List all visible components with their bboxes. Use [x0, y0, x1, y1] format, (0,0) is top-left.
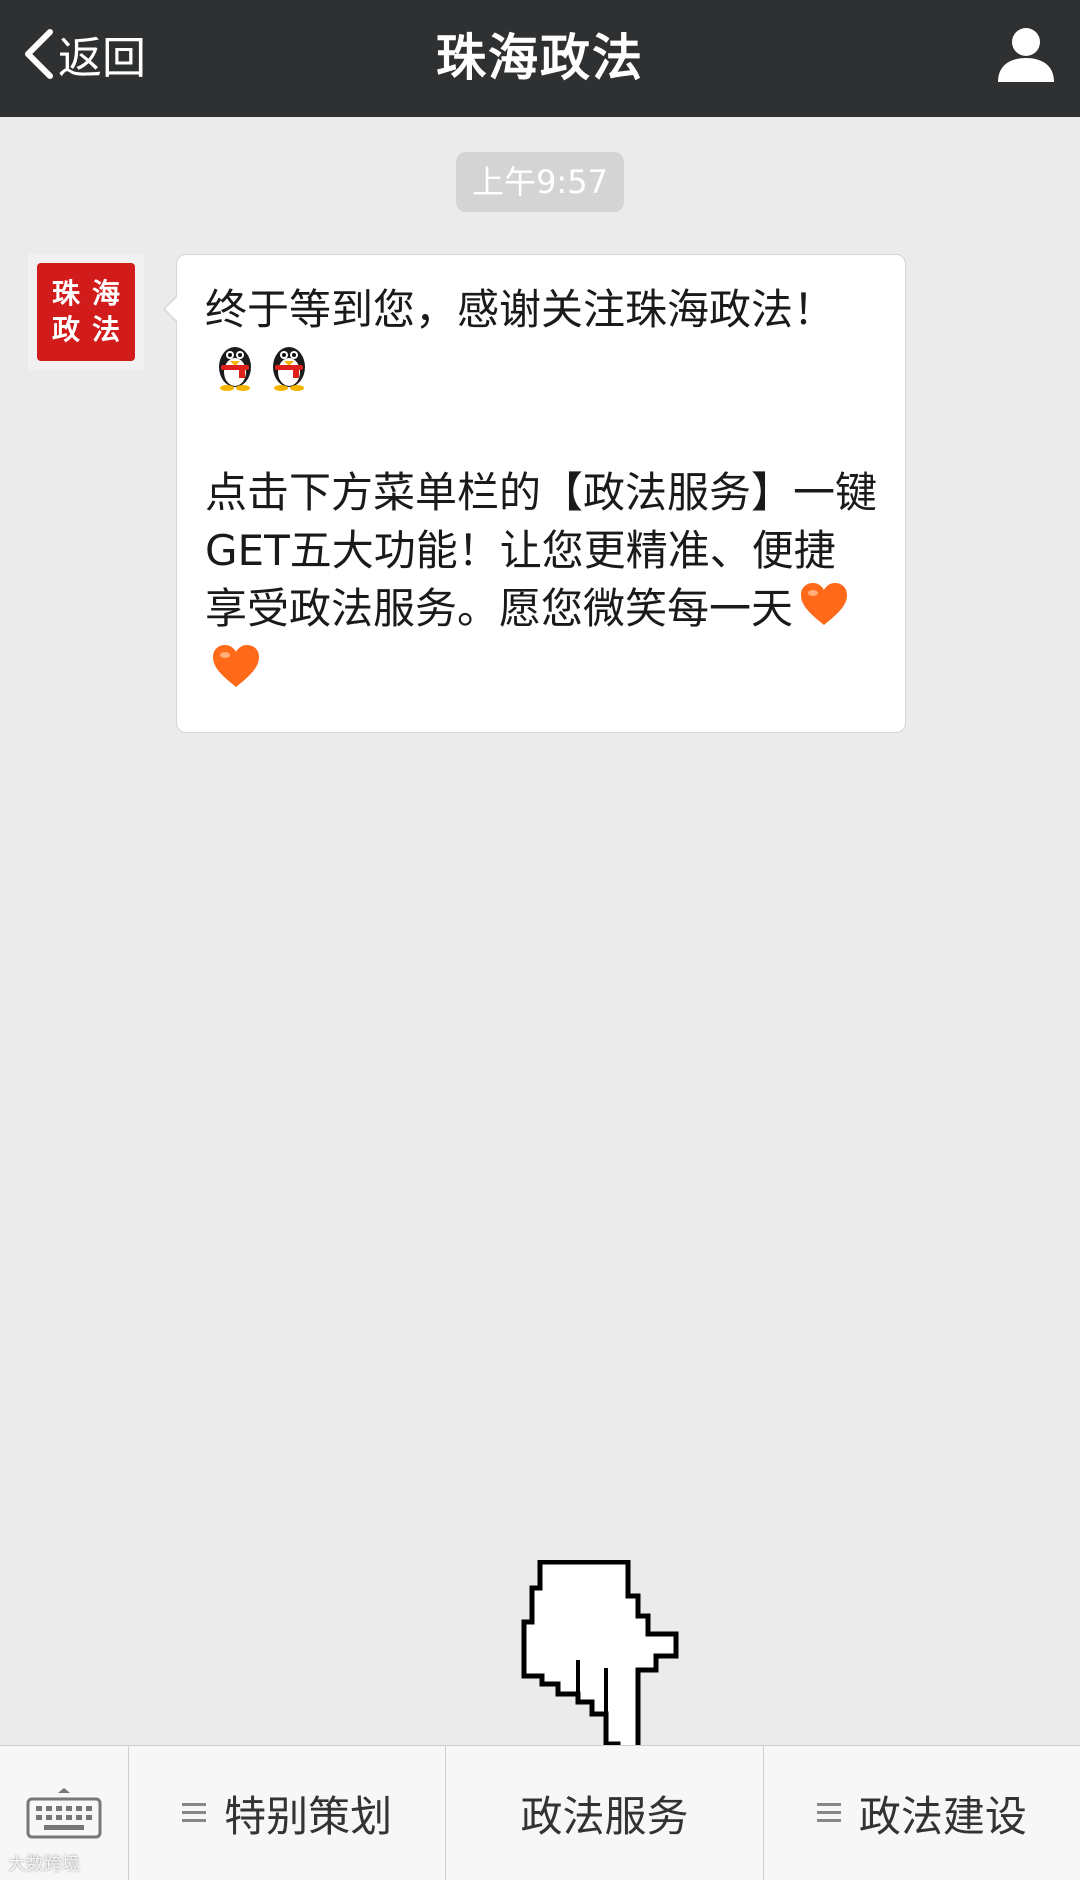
page-title: 珠海政法: [436, 28, 644, 87]
message-timestamp: 上午9:57: [456, 152, 624, 212]
message-bubble[interactable]: 终于等到您，感谢关注珠海政法！ 点击下方菜单栏的【政法服务】一键GET五大功能！: [163, 254, 906, 733]
menu-item-legal-construction[interactable]: 政法建设: [764, 1746, 1080, 1880]
message-text-2: 点击下方菜单栏的【政法服务】一键GET五大功能！让您更精准、便捷享受政法服务。愿…: [205, 468, 878, 633]
menu-item-label: 政法建设: [858, 1791, 1027, 1841]
watermark-text: 大数跨境: [8, 1854, 80, 1875]
keyboard-icon: [26, 1788, 102, 1839]
submenu-lines-icon: [816, 1803, 841, 1822]
penguin-icon: [265, 339, 313, 406]
message-text-1: 终于等到您，感谢关注珠海政法！: [205, 285, 836, 334]
orange-heart-icon: [211, 643, 261, 704]
account-avatar[interactable]: 珠 海 政 法: [28, 254, 144, 370]
orange-heart-icon: [799, 581, 849, 642]
bottom-menu-bar: 大数跨境 特别策划 政法服务 政法建设: [0, 1745, 1080, 1880]
seal-char: 政: [51, 313, 80, 346]
menu-item-special-feature[interactable]: 特别策划: [129, 1746, 447, 1880]
seal-char: 海: [91, 277, 120, 310]
pointing-hand-icon: [521, 1560, 679, 1765]
seal-char: 法: [91, 313, 120, 346]
top-nav-bar: 返回 珠海政法: [0, 0, 1080, 117]
penguin-icon: [211, 339, 259, 406]
profile-icon[interactable]: [994, 22, 1058, 86]
keyboard-toggle-button[interactable]: 大数跨境: [0, 1746, 129, 1880]
menu-item-legal-services[interactable]: 政法服务: [446, 1746, 764, 1880]
message-paragraph-1: 终于等到您，感谢关注珠海政法！: [205, 281, 877, 406]
seal-logo: 珠 海 政 法: [37, 263, 135, 361]
menu-item-label: 政法服务: [520, 1791, 689, 1841]
submenu-lines-icon: [182, 1803, 207, 1822]
message-paragraph-2: 点击下方菜单栏的【政法服务】一键GET五大功能！让您更精准、便捷享受政法服务。愿…: [205, 464, 877, 704]
menu-item-label: 特别策划: [224, 1791, 393, 1841]
timestamp-row: 上午9:57: [0, 152, 1080, 212]
seal-char: 珠: [51, 277, 80, 310]
